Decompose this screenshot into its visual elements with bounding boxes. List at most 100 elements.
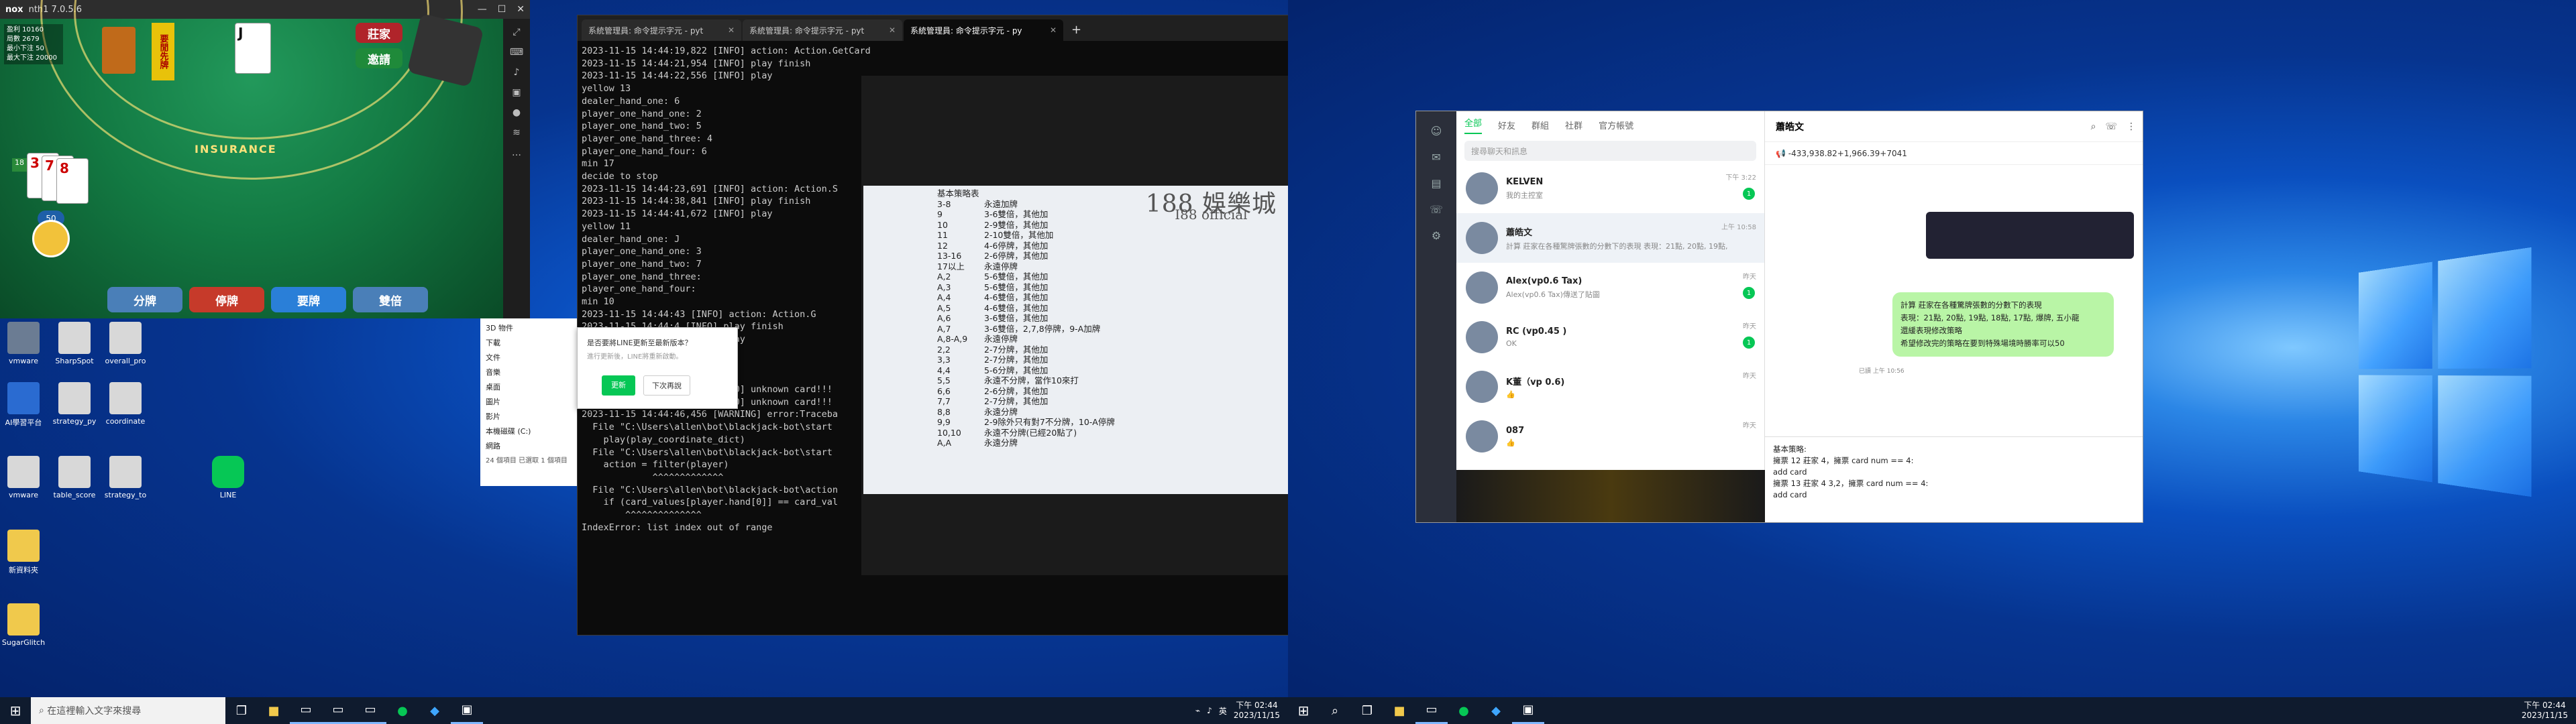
search-icon[interactable]: ⌕: [2091, 121, 2096, 132]
nav-item[interactable]: 3D 物件: [486, 321, 572, 336]
file-explorer-icon[interactable]: ■: [1383, 697, 1415, 724]
search-icon[interactable]: ⌕: [1319, 697, 1351, 724]
ad-banner[interactable]: [1456, 470, 1765, 522]
chat-list-item[interactable]: Alex(vp0.6 Tax) Alex(vp0.6 Tax)傳送了貼圖 昨天 1: [1456, 263, 1764, 312]
message-input[interactable]: 基本策略: 擁票 12 莊家 4，擁票 card num == 4: add c…: [1765, 436, 2143, 522]
close-tab-icon[interactable]: ✕: [889, 25, 896, 35]
nav-item[interactable]: 網路: [486, 439, 572, 454]
new-tab-button[interactable]: +: [1065, 23, 1088, 41]
screenshot-icon[interactable]: ▣: [512, 87, 521, 98]
strategy-action: 永遠分牌: [984, 406, 1018, 417]
clock[interactable]: 下午 02:44 2023/11/15: [2522, 701, 2568, 721]
ime-indicator[interactable]: 英: [1219, 705, 1227, 717]
desktop-icon-coordinate[interactable]: coordinate: [102, 382, 149, 426]
chat-list-item[interactable]: KELVEN 我的主控室 下午 3:22 1: [1456, 164, 1764, 213]
settings-icon[interactable]: ⚙: [1432, 229, 1441, 242]
chats-icon[interactable]: ✉: [1432, 151, 1440, 164]
vscode-icon[interactable]: ◆: [419, 697, 451, 724]
filter-groups[interactable]: 群組: [1532, 119, 1549, 131]
shake-icon[interactable]: ≋: [513, 127, 521, 138]
nav-item[interactable]: 本機磁碟 (C:): [486, 424, 572, 439]
chat-list-item[interactable]: 蕭皓文 計算 莊家在各種驚牌張數的分數下的表現 表現：21點, 20點, 19點,…: [1456, 213, 1764, 263]
strategy-action: 永遠不分牌，當作10來打: [984, 375, 1079, 385]
nav-item[interactable]: 下載: [486, 336, 572, 351]
strategy-action: 2-9雙倍，其他加: [984, 219, 1049, 230]
terminal-icon[interactable]: ▭: [1415, 697, 1448, 724]
news-icon[interactable]: ▤: [1431, 177, 1441, 190]
dealer-button[interactable]: 莊家: [356, 23, 402, 43]
filter-all[interactable]: 全部: [1464, 116, 1483, 134]
insurance-label: INSURANCE: [195, 143, 277, 156]
chat-snippet: 我的主控室: [1506, 190, 1543, 200]
nav-item[interactable]: 文件: [486, 351, 572, 365]
file-explorer-icon[interactable]: ■: [258, 697, 290, 724]
desktop-icon-vmware2[interactable]: vmware: [0, 456, 47, 499]
desktop-icon-table-score[interactable]: table_score: [51, 456, 98, 499]
terminal-tab-3[interactable]: 系統管理員: 命令提示字元 - py ✕: [904, 19, 1063, 41]
call-icon[interactable]: ☏: [1430, 203, 1443, 216]
line-taskbar-icon[interactable]: ●: [386, 697, 419, 724]
video-thumbnail[interactable]: [1926, 212, 2134, 259]
desktop-icon-line[interactable]: LINE: [205, 456, 252, 499]
keyboard-icon[interactable]: ⌨: [510, 47, 523, 58]
line-taskbar-icon[interactable]: ●: [1448, 697, 1480, 724]
network-icon[interactable]: ⌁: [1195, 706, 1200, 715]
terminal-icon[interactable]: ▭: [290, 697, 322, 724]
more-icon[interactable]: …: [512, 147, 521, 158]
sent-message-bubble[interactable]: 計算 莊家在各種驚牌張數的分數下的表現 表現：21點, 20點, 19點, 18…: [1892, 292, 2114, 357]
chat-list-item[interactable]: K董（vp 0.6) 👍 昨天: [1456, 362, 1764, 412]
desktop-icon-overall[interactable]: overall_pro: [102, 322, 149, 365]
later-button[interactable]: 下次再說: [643, 375, 690, 396]
desktop-icon-strategy[interactable]: strategy_py: [51, 382, 98, 426]
chat-list-item[interactable]: RC (vp0.45 ) OK 昨天 1: [1456, 312, 1764, 362]
clock[interactable]: 下午 02:44 2023/11/15: [1234, 701, 1280, 721]
vscode-icon[interactable]: ◆: [1480, 697, 1512, 724]
desktop-icon-vmware[interactable]: vmware: [0, 322, 47, 365]
taskview-icon[interactable]: ❐: [225, 697, 258, 724]
desktop-icon-sharpspot[interactable]: SharpSpot: [51, 322, 98, 365]
nav-item[interactable]: 音樂: [486, 365, 572, 380]
close-tab-icon[interactable]: ✕: [1050, 25, 1057, 35]
search-box[interactable]: ⌕ 在這裡輸入文字來搜尋: [31, 697, 225, 724]
desktop-icon-strategy-to[interactable]: strategy_to: [102, 456, 149, 499]
start-button[interactable]: ⊞: [0, 697, 31, 724]
nav-item[interactable]: 圖片: [486, 395, 572, 410]
terminal-tab-2[interactable]: 系統管理員: 命令提示字元 - pyt ✕: [743, 19, 902, 41]
terminal-tab-1[interactable]: 系統管理員: 命令提示字元 - pyt ✕: [582, 19, 741, 41]
filter-community[interactable]: 社群: [1565, 119, 1582, 131]
nav-item[interactable]: 影片: [486, 410, 572, 424]
volume-icon[interactable]: ♪: [514, 67, 520, 78]
desktop-icon-folder[interactable]: 新資料夾: [0, 530, 47, 575]
desktop-icon-folder2[interactable]: SugarGlitch: [0, 603, 47, 647]
terminal-icon-3[interactable]: ▭: [354, 697, 386, 724]
nox-taskbar-icon[interactable]: ▣: [1512, 697, 1544, 724]
nav-item[interactable]: 桌面: [486, 380, 572, 395]
desktop-icon-ai[interactable]: AI學習平台: [0, 382, 47, 428]
split-button[interactable]: 分牌: [107, 287, 182, 312]
call-icon[interactable]: ☏: [2105, 121, 2117, 132]
double-button[interactable]: 雙倍: [353, 287, 428, 312]
close-tab-icon[interactable]: ✕: [728, 25, 735, 35]
close-icon[interactable]: ✕: [517, 4, 525, 15]
taskview-icon[interactable]: ❐: [1351, 697, 1383, 724]
terminal-icon-2[interactable]: ▭: [322, 697, 354, 724]
record-icon[interactable]: ●: [513, 107, 521, 118]
chat-list-item[interactable]: 087 👍 昨天: [1456, 412, 1764, 461]
nox-taskbar-icon[interactable]: ▣: [451, 697, 483, 724]
filter-friends[interactable]: 好友: [1498, 119, 1515, 131]
announcement-bar[interactable]: 📢 -433,938.82+1,966.39+7041: [1765, 142, 2143, 165]
chat-search-input[interactable]: 搜尋聊天和訊息: [1464, 141, 1756, 161]
expand-icon[interactable]: ⤢: [513, 27, 520, 38]
menu-icon[interactable]: ⋮: [2127, 121, 2136, 132]
minimize-icon[interactable]: —: [478, 4, 487, 15]
filter-official[interactable]: 官方帳號: [1599, 119, 1633, 131]
stand-button[interactable]: 停牌: [189, 287, 264, 312]
update-button[interactable]: 更新: [602, 375, 635, 396]
friends-icon[interactable]: ☺: [1431, 125, 1442, 137]
volume-tray-icon[interactable]: ♪: [1207, 706, 1212, 715]
invite-button[interactable]: 邀請: [356, 48, 402, 68]
hit-button[interactable]: 要牌: [271, 287, 346, 312]
start-button[interactable]: ⊞: [1288, 697, 1319, 724]
maximize-icon[interactable]: ☐: [498, 4, 506, 15]
line-update-dialog: 是否要將LINE更新至最新版本？ 進行更新後，LINE將重新啟動。 更新 下次再說: [577, 327, 738, 409]
